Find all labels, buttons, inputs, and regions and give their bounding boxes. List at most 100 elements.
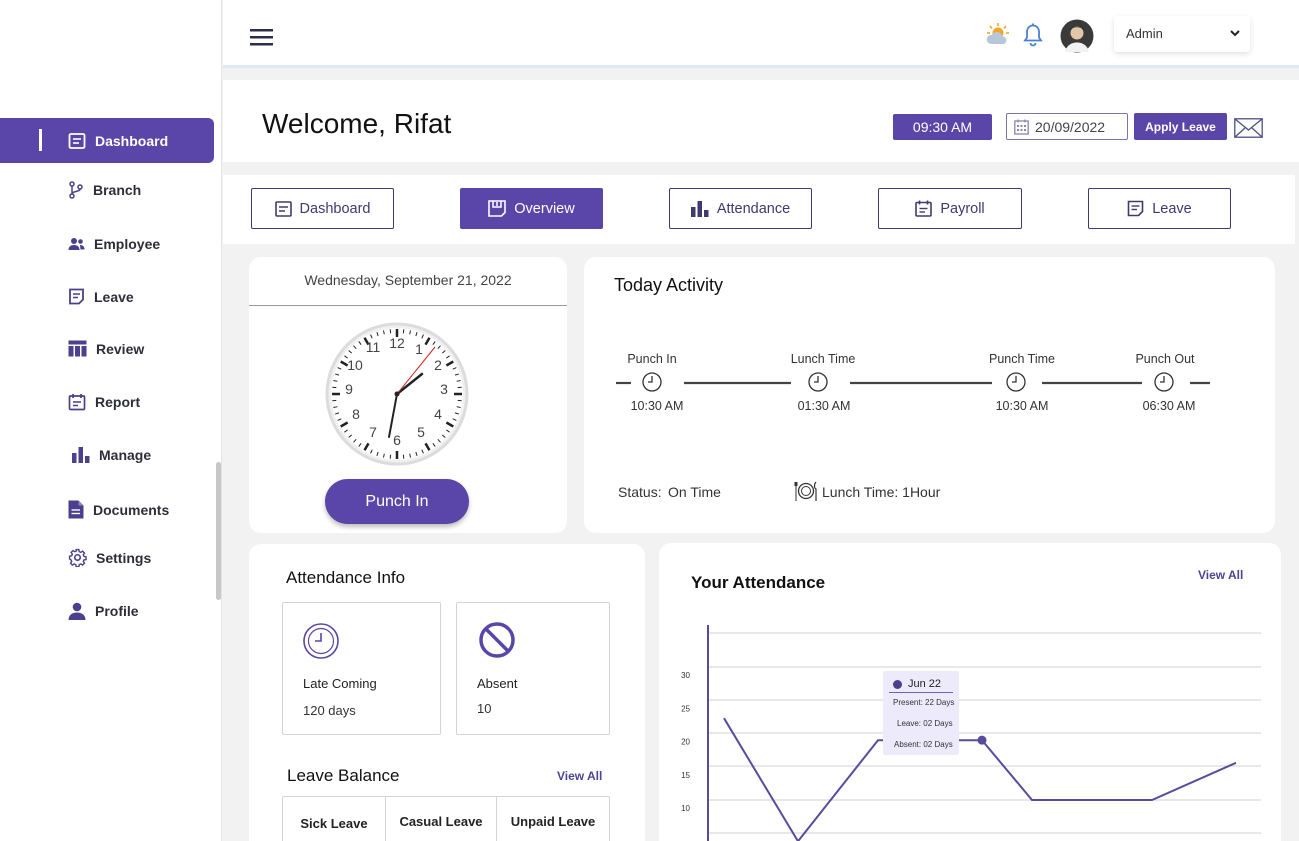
tab-payroll[interactable]: Payroll	[878, 188, 1022, 229]
status-label: Status:	[618, 484, 662, 500]
chart-tooltip: Jun 22 Present: 22 Days Leave: 02 Days A…	[883, 671, 959, 755]
clock-numeral: 6	[393, 432, 401, 448]
weather-icon	[985, 22, 1011, 46]
apply-leave-button[interactable]: Apply Leave	[1134, 113, 1227, 140]
divider	[249, 305, 567, 306]
sidebar-item-label: Report	[95, 394, 141, 410]
current-date-text: Wednesday, September 21, 2022	[304, 272, 512, 288]
avatar[interactable]	[1060, 19, 1094, 53]
timeline-step-label: Punch Time	[988, 352, 1055, 366]
late-coming-box: Late Coming 120 days	[282, 602, 441, 735]
overview-icon	[488, 200, 507, 217]
leave-balance-view-all-link[interactable]: View All	[557, 769, 602, 783]
report-icon	[68, 393, 86, 411]
timeline-step-time: 10:30 AM	[995, 399, 1049, 413]
calendar-icon	[1014, 119, 1029, 135]
sidebar-item-label: Branch	[93, 182, 142, 198]
date-picker[interactable]: 20/09/2022	[1006, 113, 1128, 140]
sidebar-item-leave[interactable]: Leave	[68, 288, 134, 305]
sidebar-item-label: Manage	[99, 447, 152, 463]
sidebar-item-settings[interactable]: Settings	[68, 548, 151, 567]
attendance-chart: 10 15 20 25 30	[681, 625, 1261, 841]
clock-numeral: 11	[366, 339, 381, 355]
sidebar-item-profile[interactable]: Profile	[68, 602, 139, 620]
user-dropdown[interactable]: Admin	[1114, 16, 1250, 52]
clock-numeral: 8	[352, 406, 360, 422]
notification-bell-icon[interactable]	[1023, 23, 1043, 47]
clock-numeral: 7	[369, 424, 377, 440]
leave-icon	[1127, 200, 1144, 217]
sidebar: Dashboard Branch Employee Leave Review R…	[0, 0, 222, 841]
sidebar-item-report[interactable]: Report	[68, 393, 140, 411]
sidebar-item-review[interactable]: Review	[68, 340, 144, 357]
sidebar-item-label: Settings	[96, 549, 152, 566]
late-coming-label: Late Coming	[303, 676, 377, 691]
dashboard-icon	[68, 132, 86, 150]
timeline-step-label: Punch In	[627, 352, 677, 366]
sidebar-item-documents[interactable]: Documents	[68, 500, 169, 519]
chart-y-tick-label: 10	[681, 804, 690, 813]
sidebar-item-label: Profile	[95, 603, 139, 619]
timeline-step-label: Lunch Time	[790, 352, 856, 366]
review-icon	[68, 340, 87, 357]
timeline-step-time: 10:30 AM	[630, 399, 684, 413]
mail-icon[interactable]	[1234, 118, 1263, 138]
absent-label: Absent	[477, 676, 518, 691]
clock-numeral: 2	[434, 357, 442, 373]
absent-box: Absent 10	[456, 602, 610, 735]
sidebar-item-employee[interactable]: Employee	[68, 236, 160, 252]
tab-label: Overview	[514, 200, 575, 217]
chart-y-tick-label: 30	[681, 671, 690, 680]
tab-overview[interactable]: Overview	[460, 188, 603, 229]
today-activity-card: Today Activity Punch In 10:30 AM Lunch T…	[584, 257, 1275, 533]
leave-balance-column-header: Sick Leave	[283, 797, 386, 841]
clock-numeral: 4	[434, 406, 442, 422]
sidebar-item-label: Employee	[94, 236, 161, 252]
sidebar-item-label: Leave	[94, 288, 134, 305]
active-indicator	[39, 129, 42, 151]
manage-icon	[72, 447, 90, 463]
dashboard-icon	[274, 200, 292, 217]
tab-dashboard[interactable]: Dashboard	[251, 188, 394, 229]
clock-numeral: 10	[347, 357, 363, 373]
tab-label: Dashboard	[299, 200, 371, 217]
lunch-plate-icon	[794, 479, 818, 503]
sidebar-scrollbar[interactable]	[216, 462, 221, 600]
documents-icon	[68, 500, 84, 519]
tab-leave[interactable]: Leave	[1088, 188, 1231, 229]
hamburger-menu-icon[interactable]	[250, 28, 273, 47]
sidebar-item-manage[interactable]: Manage	[72, 447, 151, 463]
clock-numeral: 3	[440, 381, 448, 397]
page-title: Welcome, Rifat	[262, 108, 452, 139]
tooltip-leave: Leave: 02 Days	[897, 719, 953, 728]
tab-label: Leave	[1152, 200, 1192, 217]
current-time-badge: 09:30 AM	[893, 114, 992, 140]
tooltip-dot	[893, 680, 902, 689]
tab-attendance[interactable]: Attendance	[669, 188, 812, 229]
chart-highlight-point[interactable]	[977, 735, 987, 745]
sidebar-item-label: Documents	[93, 501, 170, 518]
tab-label: Payroll	[940, 200, 985, 217]
attendance-info-title: Attendance Info	[286, 568, 406, 587]
sidebar-item-branch[interactable]: Branch	[68, 181, 141, 199]
tooltip-present: Present: 22 Days	[893, 698, 955, 707]
sidebar-item-label: Dashboard	[95, 132, 169, 149]
your-attendance-card: Your Attendance View All 10 15 20 25 30 Jun …	[659, 543, 1281, 841]
timeline-step-time: 01:30 AM	[797, 399, 851, 413]
tooltip-divider	[889, 692, 953, 693]
welcome-bar: Welcome, Rifat 09:30 AM 20/09/2022 Apply…	[223, 80, 1299, 162]
top-bar: Admin	[223, 0, 1299, 68]
clock-numeral: 9	[345, 381, 353, 397]
sidebar-item-label: Review	[96, 340, 145, 357]
late-coming-value: 120 days	[303, 703, 356, 718]
absent-value: 10	[477, 701, 492, 716]
clock-numeral: 1	[415, 341, 423, 357]
punch-in-button[interactable]: Punch In	[325, 479, 469, 524]
chart-y-tick-label: 20	[681, 738, 690, 747]
sidebar-item-dashboard[interactable]: Dashboard	[0, 118, 214, 163]
calendar-icon	[915, 200, 933, 217]
leave-balance-title: Leave Balance	[287, 766, 400, 785]
profile-icon	[68, 602, 86, 620]
chart-y-tick-label: 15	[681, 771, 690, 780]
clock-numeral: 12	[389, 335, 405, 351]
